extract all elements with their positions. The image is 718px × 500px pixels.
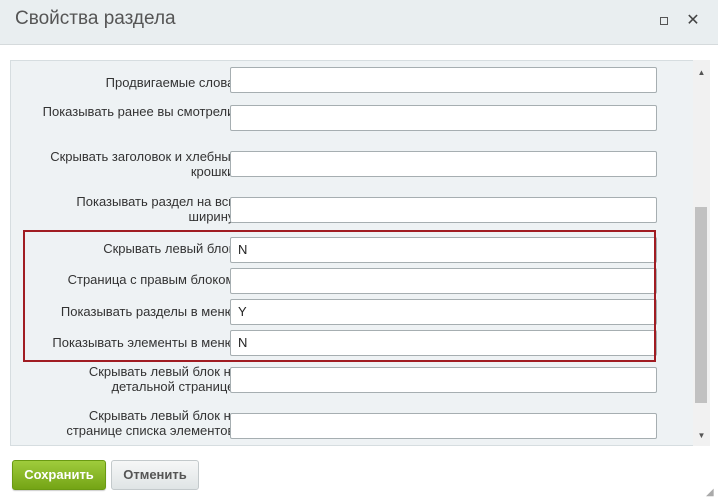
field-label: Показывать раздел на всю ширину:	[76, 194, 238, 224]
close-icon[interactable]: ✕	[685, 13, 701, 29]
scrollbar[interactable]: ▲ ▼	[693, 60, 710, 446]
dialog-title: Свойства раздела	[15, 8, 176, 29]
scrollbar-thumb[interactable]	[695, 207, 707, 403]
field-label: Скрывать левый блок на странице списка э…	[66, 408, 238, 438]
field-input[interactable]: Y	[230, 299, 657, 325]
cancel-button[interactable]: Отменить	[111, 460, 199, 490]
field-input[interactable]: N	[230, 330, 657, 356]
dialog-titlebar: Свойства раздела ✕	[0, 0, 718, 45]
save-button[interactable]: Сохранить	[12, 460, 106, 490]
field-input[interactable]	[230, 197, 657, 223]
field-label: Продвигаемые слова:	[105, 75, 238, 90]
scroll-down-icon[interactable]: ▼	[693, 427, 710, 444]
field-label: Показывать разделы в меню:	[60, 304, 238, 319]
field-label: Страница с правым блоком:	[67, 272, 238, 287]
maximize-icon[interactable]	[656, 13, 672, 29]
field-label: Скрывать левый блок на детальной страниц…	[88, 364, 238, 394]
scroll-up-icon[interactable]: ▲	[693, 64, 710, 81]
field-input[interactable]	[230, 151, 657, 177]
field-label: Показывать ранее вы смотрели:	[42, 104, 238, 119]
field-input[interactable]	[230, 413, 657, 439]
field-input[interactable]	[230, 268, 657, 294]
field-input[interactable]	[230, 67, 657, 93]
field-label: Скрывать левый блок:	[103, 241, 238, 256]
resize-grip-icon[interactable]: ◢	[706, 488, 716, 498]
field-input[interactable]: N	[230, 237, 657, 263]
properties-panel: Продвигаемые слова: Показывать ранее вы …	[10, 60, 710, 446]
field-label: Скрывать заголовок и хлебные крошки:	[50, 149, 238, 179]
field-label: Показывать элементы в меню:	[52, 335, 238, 350]
field-input[interactable]	[230, 105, 657, 131]
field-input[interactable]	[230, 367, 657, 393]
